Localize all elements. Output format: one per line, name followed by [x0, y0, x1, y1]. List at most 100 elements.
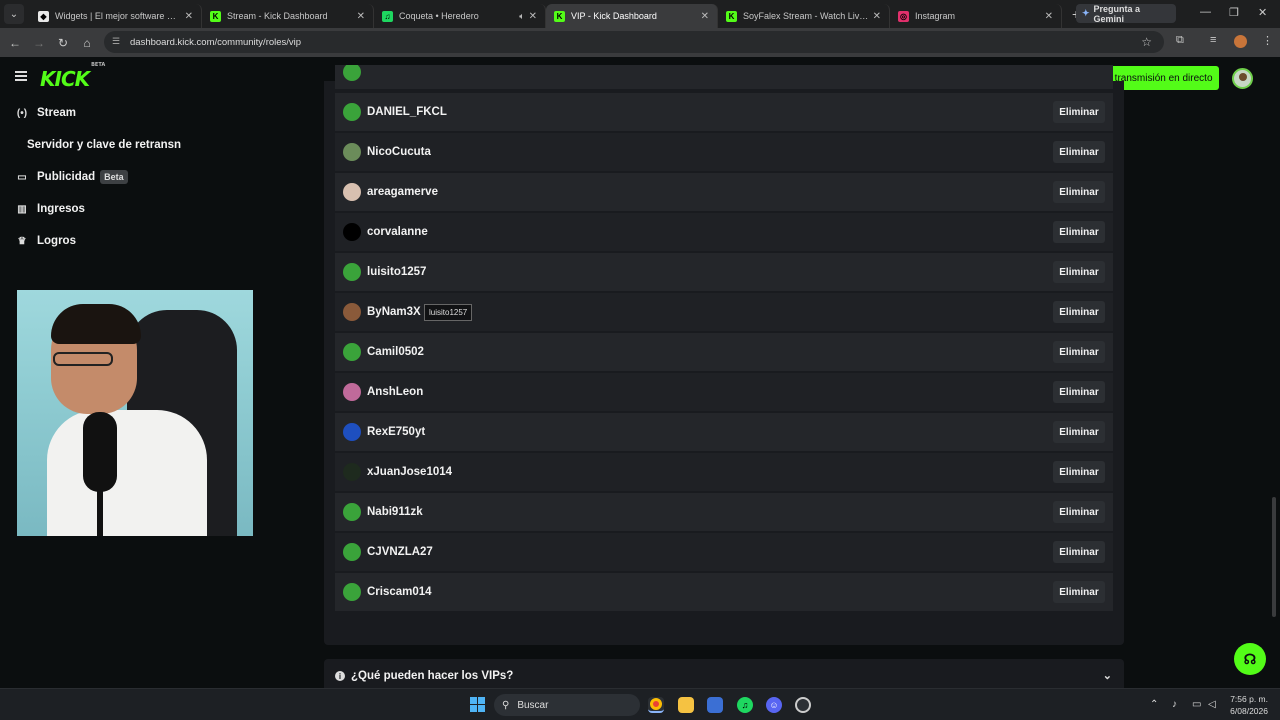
webcam-overlay — [17, 290, 253, 536]
remove-vip-button[interactable]: Eliminar — [1053, 461, 1105, 483]
windows-start-icon[interactable] — [470, 697, 485, 712]
remove-vip-button[interactable]: Eliminar — [1053, 301, 1105, 323]
cam-shirt — [47, 410, 207, 536]
address-toolbar: ← → ↻ ⌂ ☰ dashboard.kick.com/community/r… — [0, 28, 1280, 57]
search-icon: ⚲ — [502, 699, 510, 711]
remove-vip-button[interactable]: Eliminar — [1053, 501, 1105, 523]
clock-date: 6/08/2026 — [1230, 706, 1268, 716]
table-row: AnshLeon Eliminar — [335, 373, 1113, 411]
faq-vip-section[interactable]: i ¿Qué pueden hacer los VIPs? ⌄ — [324, 659, 1124, 688]
remove-vip-button[interactable]: Eliminar — [1053, 181, 1105, 203]
kick-dashboard-page: KICKBETA K Inicia la transmisión en dire… — [0, 57, 1280, 688]
chevron-down-icon[interactable]: ⌄ — [1103, 669, 1112, 682]
forward-icon[interactable]: → — [27, 36, 51, 50]
obs-icon[interactable] — [795, 697, 811, 713]
browser-tab[interactable]: ◎ Instagram ✕ — [890, 4, 1062, 28]
chrome-icon[interactable] — [648, 697, 664, 713]
tab-close-icon[interactable]: ✕ — [357, 11, 365, 22]
remove-vip-button[interactable]: Eliminar — [1053, 221, 1105, 243]
user-avatar-icon — [343, 383, 361, 401]
browser-tab[interactable]: ◆ Widgets | El mejor software para ✕ — [30, 4, 202, 28]
taskbar-search-label: Buscar — [517, 699, 549, 711]
user-avatar-icon — [343, 583, 361, 601]
browser-tab[interactable]: K Stream - Kick Dashboard ✕ — [202, 4, 374, 28]
tab-audio-icon[interactable]: 🔈︎ — [519, 11, 524, 22]
vip-username[interactable]: Nabi911zk — [367, 506, 1053, 518]
tab-search-icon[interactable]: ⌄ — [4, 4, 24, 24]
vip-username[interactable]: DANIEL_FKCL — [367, 106, 1053, 118]
vip-username[interactable]: RexE750yt — [367, 426, 1053, 438]
back-icon[interactable]: ← — [3, 36, 27, 50]
gemini-icon: ✦ — [1082, 8, 1090, 18]
menu-dots-icon[interactable]: ⋮ — [1262, 34, 1273, 47]
sidebar-item-ingresos[interactable]: ▥ Ingresos — [16, 203, 85, 215]
tray-chevron-icon[interactable]: ⌃ — [1150, 699, 1158, 710]
vip-username[interactable]: CJVNZLA27 — [367, 546, 1053, 558]
user-avatar[interactable] — [1232, 68, 1253, 89]
table-row: NicoCucuta Eliminar — [335, 133, 1113, 171]
vip-username[interactable]: corvalanne — [367, 226, 1053, 238]
tab-close-icon[interactable]: ✕ — [529, 11, 537, 22]
remove-vip-button[interactable]: Eliminar — [1053, 581, 1105, 603]
spotify-icon[interactable]: ♫ — [737, 697, 753, 713]
discord-icon[interactable]: ☺ — [766, 697, 782, 713]
tab-close-icon[interactable]: ✕ — [1045, 11, 1053, 22]
bookmark-star-icon[interactable]: ☆ — [1141, 35, 1152, 49]
extensions-icon[interactable]: ⧉ — [1176, 34, 1184, 47]
table-row: RexE750yt Eliminar — [335, 413, 1113, 451]
restore-icon[interactable]: ❐ — [1229, 6, 1239, 19]
vip-username[interactable]: areagamerve — [367, 186, 1053, 198]
sidebar-item-stream[interactable]: (•) Stream — [16, 107, 76, 119]
remove-vip-button[interactable]: Eliminar — [1053, 541, 1105, 563]
cam-mic-stand — [97, 490, 103, 536]
profile-icon[interactable] — [1234, 35, 1247, 48]
remove-vip-button[interactable]: Eliminar — [1053, 421, 1105, 443]
url-text: dashboard.kick.com/community/roles/vip — [130, 36, 302, 48]
hamburger-icon[interactable] — [15, 71, 27, 81]
vip-username[interactable]: NicoCucuta — [367, 146, 1053, 158]
remove-vip-button[interactable]: Eliminar — [1053, 141, 1105, 163]
remove-vip-button[interactable]: Eliminar — [1053, 101, 1105, 123]
table-row: luisito1257 Eliminar — [335, 253, 1113, 291]
sidebar-item-label: Stream — [37, 107, 76, 119]
sidebar-item-publicidad[interactable]: ▭ Publicidad Beta — [16, 170, 128, 184]
network-icon[interactable]: ▭ — [1192, 699, 1201, 710]
vip-username[interactable]: AnshLeon — [367, 386, 1053, 398]
address-bar[interactable]: ☰ dashboard.kick.com/community/roles/vip… — [104, 31, 1164, 53]
user-avatar-icon — [343, 103, 361, 121]
page-scrollbar[interactable] — [1272, 497, 1276, 617]
remove-vip-button[interactable]: Eliminar — [1053, 261, 1105, 283]
microphone-icon[interactable]: ♪ — [1172, 699, 1177, 710]
reload-icon[interactable]: ↻ — [51, 36, 75, 50]
tab-close-icon[interactable]: ✕ — [873, 11, 881, 22]
tab-close-icon[interactable]: ✕ — [701, 11, 709, 22]
taskbar-search[interactable]: ⚲ Buscar — [494, 694, 640, 716]
site-info-icon[interactable]: ☰ — [112, 36, 124, 48]
media-icon[interactable]: ≡ — [1210, 34, 1216, 46]
browser-tab[interactable]: ♫ Coqueta • Heredero 🔈︎ ✕ — [374, 4, 546, 28]
sidebar-item-logros[interactable]: ♛ Logros — [16, 235, 76, 247]
kick-logo[interactable]: KICKBETA — [40, 62, 105, 91]
volume-icon[interactable]: ◁ — [1208, 699, 1216, 710]
help-chat-button[interactable]: ☊ — [1234, 643, 1266, 675]
vip-username[interactable]: Camil0502 — [367, 346, 1053, 358]
home-icon[interactable]: ⌂ — [75, 36, 99, 50]
vip-username[interactable]: xJuanJose1014 — [367, 466, 1053, 478]
minimize-icon[interactable]: — — [1200, 6, 1211, 18]
user-avatar-icon — [343, 303, 361, 321]
tab-close-icon[interactable]: ✕ — [185, 11, 193, 22]
vip-username[interactable]: Criscam014 — [367, 586, 1053, 598]
remove-vip-button[interactable]: Eliminar — [1053, 381, 1105, 403]
close-window-icon[interactable]: ✕ — [1258, 6, 1267, 19]
store-icon[interactable] — [707, 697, 723, 713]
system-clock[interactable]: 7:56 p. m. 6/08/2026 — [1228, 693, 1268, 717]
gemini-button[interactable]: ✦ Pregunta a Gemini — [1076, 4, 1176, 24]
remove-vip-button[interactable]: Eliminar — [1053, 341, 1105, 363]
browser-tab[interactable]: K SoyFalex Stream - Watch Live o ✕ — [718, 4, 890, 28]
vip-username[interactable]: luisito1257 — [367, 266, 1053, 278]
sidebar-item-server-key[interactable]: Servidor y clave de retransn — [27, 139, 181, 151]
file-explorer-icon[interactable] — [678, 697, 694, 713]
faq-title: ¿Qué pueden hacer los VIPs? — [351, 670, 514, 682]
clock-time: 7:56 p. m. — [1230, 694, 1268, 704]
browser-tab[interactable]: K VIP - Kick Dashboard ✕ — [546, 4, 718, 28]
